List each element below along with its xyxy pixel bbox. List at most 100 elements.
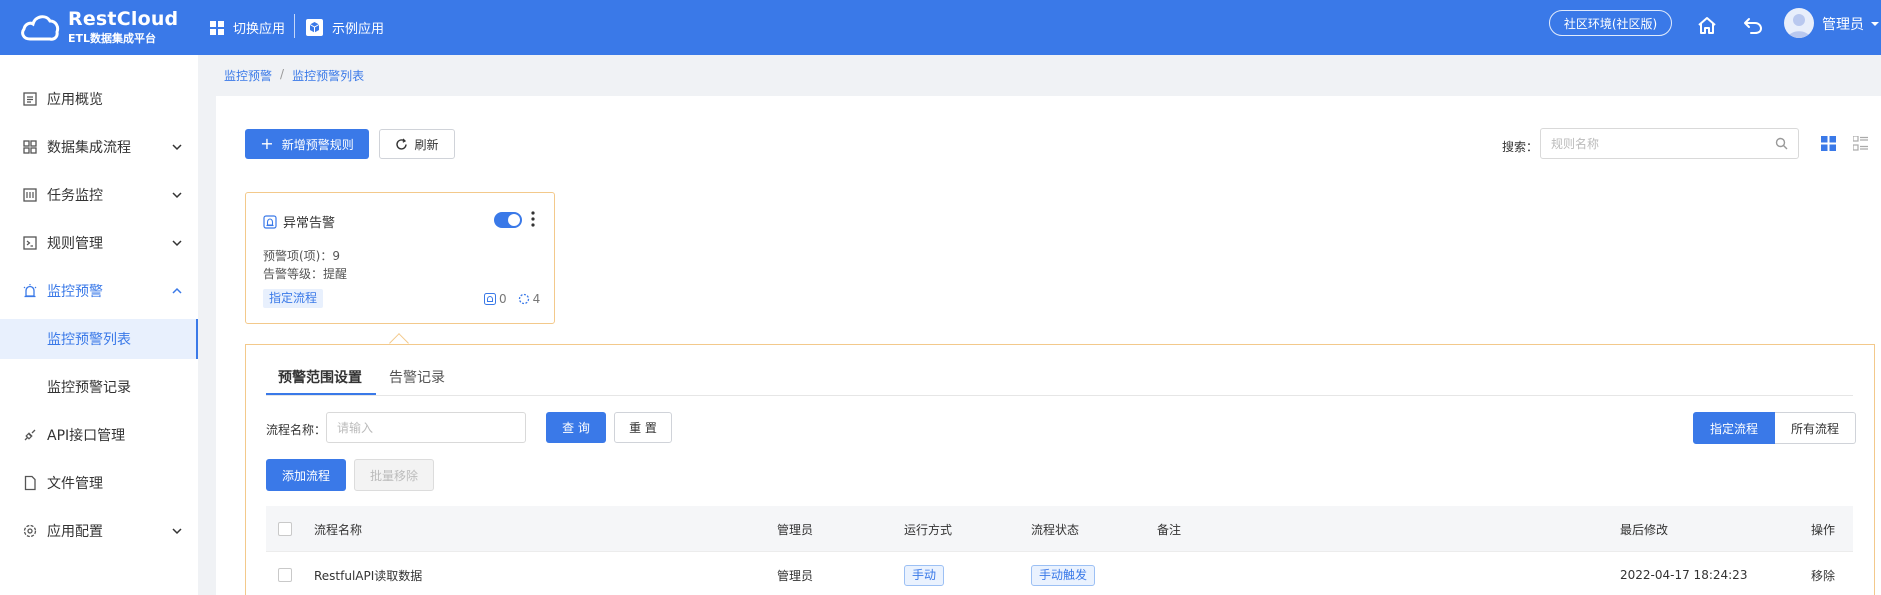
reset-button[interactable]: 重 置 [614, 412, 672, 443]
add-alert-rule-label: 新增预警规则 [281, 137, 354, 152]
sidebar-item-label: 规则管理 [47, 236, 103, 252]
select-all-cell [278, 506, 292, 552]
rule-search-input[interactable] [1551, 129, 1771, 158]
caret-down-icon [1871, 21, 1879, 26]
sidebar-item-app-config[interactable]: 应用配置 [0, 511, 198, 551]
cube-icon [306, 19, 323, 36]
sidebar-subitem-alert-list[interactable]: 监控预警列表 [0, 319, 198, 359]
running-count-icon [518, 293, 529, 304]
sidebar-item-rule-management[interactable]: 规则管理 [0, 223, 198, 263]
user-menu[interactable]: 管理员 [1822, 0, 1880, 47]
brand-name: RestCloud [68, 8, 179, 30]
detail-tabs: 预警范围设置 告警记录 [266, 345, 1853, 396]
select-all-checkbox[interactable] [278, 522, 292, 536]
plus-icon: + [260, 134, 274, 153]
breadcrumb-separator: / [280, 67, 285, 81]
owner-cell: 管理员 [777, 568, 814, 583]
card-stats: 0 4 [484, 289, 540, 308]
segment-all-flows[interactable]: 所有流程 [1775, 412, 1857, 444]
scope-segment: 指定流程 所有流程 [1693, 412, 1857, 444]
flow-name-cell: RestfulAPI读取数据 [314, 568, 423, 583]
modified-cell: 2022-04-17 18:24:23 [1620, 568, 1748, 582]
breadcrumb-item[interactable]: 监控预警 [224, 67, 272, 84]
add-flow-button[interactable]: 添加流程 [266, 459, 346, 491]
search-icon[interactable] [1775, 137, 1788, 150]
status-badge: 手动触发 [1031, 564, 1096, 586]
user-avatar[interactable] [1784, 8, 1814, 38]
column-header: 流程名称 [314, 522, 363, 537]
run-mode-cell: 手动 [904, 552, 945, 595]
add-alert-rule-button[interactable]: + 新增预警规则 [245, 129, 369, 159]
column-header: 管理员 [777, 522, 814, 537]
switch-app-label: 切换应用 [233, 22, 286, 37]
alert-rule-card[interactable]: 异常告警 预警项(项)：9 告警等级：提醒 指定流程 0 4 [245, 192, 555, 324]
row-checkbox[interactable] [278, 568, 292, 582]
rule-detail-panel: 预警范围设置 告警记录 流程名称： 查 询 重 置 指定流程 所有流程 添加流程… [245, 344, 1875, 595]
run-mode-badge: 手动 [904, 564, 945, 586]
batch-remove-button[interactable]: 批量移除 [354, 459, 434, 491]
chevron-down-icon [172, 240, 182, 247]
gear-icon [23, 524, 37, 538]
card-view-icon[interactable] [1821, 136, 1836, 151]
user-name: 管理员 [1822, 16, 1864, 33]
rule-enable-toggle[interactable] [494, 212, 522, 228]
table-row: RestfulAPI读取数据 管理员 手动 手动触发 2022-04-17 18… [266, 552, 1853, 595]
sidebar-item-monitor-alert[interactable]: 监控预警 [0, 271, 198, 311]
chevron-down-icon [172, 192, 182, 199]
task-icon [23, 188, 37, 202]
api-icon [24, 429, 36, 441]
sample-app-label: 示例应用 [332, 22, 385, 37]
cloud-logo-icon [21, 15, 60, 41]
home-icon[interactable] [1696, 14, 1718, 36]
sidebar-item-label: 任务监控 [47, 188, 103, 204]
sidebar-item-label: 应用概览 [47, 92, 103, 108]
sample-app-link[interactable]: 示例应用 [306, 0, 384, 55]
breadcrumb: 监控预警 / 监控预警列表 [224, 67, 364, 84]
query-button[interactable]: 查 询 [546, 412, 606, 443]
sidebar-subitem-label: 监控预警列表 [47, 332, 131, 348]
sidebar-item-api-management[interactable]: API接口管理 [0, 415, 198, 455]
refresh-button[interactable]: 刷新 [379, 129, 455, 159]
more-options-icon[interactable] [531, 211, 535, 227]
card-title-text: 异常告警 [283, 216, 336, 231]
chevron-down-icon [172, 528, 182, 535]
sidebar: 应用概览 数据集成流程 任务监控 规则管理 监控预警 监控预警列表 监控预警记录… [0, 55, 198, 595]
alert-count: 0 [499, 291, 507, 306]
list-view-icon[interactable] [1853, 136, 1868, 151]
tab-alert-records[interactable]: 告警记录 [389, 367, 445, 387]
card-scope-tag: 指定流程 [263, 289, 324, 308]
column-header: 备注 [1157, 522, 1182, 537]
rule-search-box[interactable] [1540, 128, 1799, 159]
remove-link[interactable]: 移除 [1811, 552, 1835, 595]
top-header: RestCloud ETL数据集成平台 切换应用 示例应用 社区环境(社区版) … [0, 0, 1881, 55]
flow-name-input[interactable] [337, 413, 517, 442]
brand-logo[interactable]: RestCloud ETL数据集成平台 [20, 5, 178, 49]
flow-icon [23, 140, 37, 154]
chevron-down-icon [172, 144, 182, 151]
refresh-icon [396, 138, 408, 150]
alarm-icon [23, 284, 37, 298]
active-tab-indicator [266, 393, 376, 395]
column-header: 流程状态 [1031, 522, 1080, 537]
sidebar-item-data-flow[interactable]: 数据集成流程 [0, 127, 198, 167]
sidebar-subitem-label: 监控预警记录 [47, 380, 131, 396]
sidebar-subitem-alert-records[interactable]: 监控预警记录 [0, 367, 198, 407]
grid-icon [210, 20, 224, 35]
column-header: 操作 [1811, 522, 1836, 537]
segment-specified-flow[interactable]: 指定流程 [1693, 412, 1776, 444]
undo-icon[interactable] [1742, 14, 1764, 36]
breadcrumb-current: 监控预警列表 [292, 69, 365, 83]
running-count: 4 [532, 291, 541, 306]
sidebar-item-label: 应用配置 [47, 524, 103, 540]
environment-button[interactable]: 社区环境(社区版) [1549, 10, 1672, 36]
sidebar-item-task-monitor[interactable]: 任务监控 [0, 175, 198, 215]
rule-icon [23, 236, 37, 250]
flow-name-label: 流程名称： [266, 423, 327, 437]
sidebar-item-overview[interactable]: 应用概览 [0, 79, 198, 119]
sidebar-item-file-management[interactable]: 文件管理 [0, 463, 198, 503]
brand-subtitle: ETL数据集成平台 [68, 32, 157, 45]
switch-app-link[interactable]: 切换应用 [210, 0, 285, 55]
sidebar-item-label: 数据集成流程 [47, 140, 131, 156]
flow-name-field[interactable] [326, 412, 526, 443]
tab-alert-scope[interactable]: 预警范围设置 [278, 367, 362, 387]
